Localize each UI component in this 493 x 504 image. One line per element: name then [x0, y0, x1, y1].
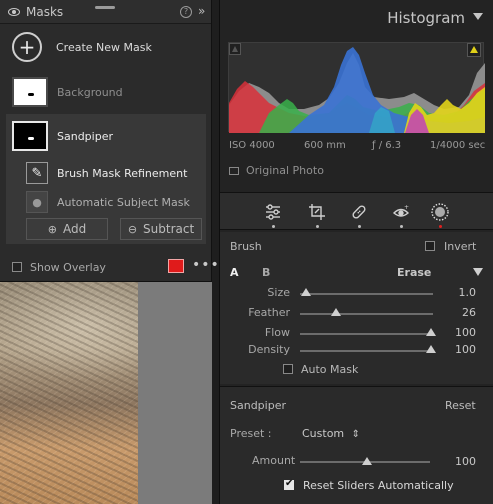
slider-thumb[interactable] — [426, 328, 436, 336]
amount-label: Amount — [252, 454, 296, 467]
slider-label: Size — [267, 286, 290, 299]
slider-value[interactable]: 26 — [440, 306, 476, 319]
edit-sliders-icon[interactable] — [262, 201, 284, 223]
iso-value: ISO 4000 — [229, 140, 275, 151]
reset-sliders-checkbox[interactable] — [284, 478, 294, 490]
show-overlay-checkbox[interactable] — [12, 262, 22, 272]
sandpiper-label: Sandpiper — [57, 129, 113, 143]
create-new-mask-label: Create New Mask — [56, 40, 152, 54]
red-eye-icon[interactable]: + — [390, 201, 412, 223]
drag-handle[interactable] — [95, 6, 115, 9]
svg-text:+: + — [404, 204, 409, 211]
subtract-label: Subtract — [143, 222, 195, 236]
plus-icon: + — [12, 32, 42, 62]
subtract-icon: ⊖ — [127, 222, 138, 236]
photo-canvas[interactable] — [0, 282, 212, 504]
subtract-button[interactable]: ⊖ Subtract — [120, 218, 202, 240]
shadow-clipping-icon[interactable] — [229, 43, 241, 55]
mask-item-background[interactable]: Background — [6, 74, 206, 110]
amount-slider-thumb[interactable] — [362, 457, 372, 465]
auto-mask-checkbox[interactable] — [283, 364, 293, 374]
original-photo-label: Original Photo — [246, 164, 324, 177]
histogram-collapse-icon[interactable] — [473, 13, 483, 20]
invert-checkbox[interactable] — [425, 241, 435, 251]
collapse-icon[interactable]: » — [198, 4, 205, 18]
slider-thumb[interactable] — [330, 308, 341, 316]
add-label: Add — [62, 222, 87, 236]
photo-gray-area — [138, 282, 212, 504]
slider-track[interactable] — [300, 313, 433, 315]
component-brush-refinement[interactable]: ✎ Brush Mask Refinement — [26, 160, 226, 186]
sandpiper-section-title: Sandpiper — [230, 399, 286, 412]
amount-value[interactable]: 100 — [440, 455, 476, 468]
shutter-speed-value: 1/4000 sec — [430, 140, 486, 151]
brush-dropdown-icon[interactable] — [473, 268, 483, 276]
background-mask-thumbnail — [12, 77, 48, 107]
histogram-graph[interactable] — [228, 42, 485, 133]
add-icon: ⊕ — [47, 222, 57, 236]
brush-refinement-label: Brush Mask Refinement — [57, 166, 188, 180]
reset-button[interactable]: Reset — [445, 399, 476, 412]
invert-label: Invert — [444, 240, 477, 253]
eye-icon[interactable] — [8, 7, 20, 16]
more-options-icon[interactable]: ••• — [192, 257, 220, 273]
sandpiper-adjust-section: Sandpiper Reset Preset : Custom ⇕ Amount… — [220, 386, 493, 504]
tool-indicator — [358, 225, 361, 228]
histogram-title[interactable]: Histogram — [387, 9, 465, 27]
person-icon: ● — [26, 191, 48, 213]
slider-thumb[interactable] — [300, 288, 311, 296]
masks-title: Masks — [26, 4, 64, 19]
mask-item-sandpiper[interactable]: Sandpiper — [6, 118, 206, 154]
auto-mask-label: Auto Mask — [301, 363, 359, 376]
reset-sliders-label: Reset Sliders Automatically — [303, 479, 454, 492]
create-new-mask-button[interactable]: + Create New Mask — [6, 30, 206, 64]
add-button[interactable]: ⊕ Add — [26, 218, 108, 240]
focal-length-value: 600 mm — [304, 140, 346, 151]
brush-label: Brush — [230, 240, 262, 253]
background-label: Background — [57, 85, 123, 99]
healing-icon[interactable] — [348, 201, 370, 223]
right-panel: Histogram ISO 4000 600 mm ƒ / 6.3 1/4000… — [219, 0, 493, 504]
preset-value: Custom — [302, 427, 345, 440]
slider-value[interactable]: 100 — [440, 343, 476, 356]
slider-value[interactable]: 100 — [440, 326, 476, 339]
brush-tab-a[interactable]: A — [230, 266, 239, 279]
preset-select[interactable]: Custom ⇕ — [302, 427, 360, 440]
help-icon[interactable]: ? — [180, 6, 192, 18]
slider-label: Feather — [248, 306, 290, 319]
slider-track[interactable] — [300, 350, 433, 352]
tool-indicator — [316, 225, 319, 228]
tool-indicator — [400, 225, 403, 228]
preset-arrows-icon: ⇕ — [351, 429, 361, 440]
original-photo-checkbox[interactable] — [229, 167, 239, 175]
brush-tab-erase[interactable]: Erase — [397, 266, 431, 279]
histogram-chart — [229, 47, 485, 133]
sandpiper-mask-thumbnail — [12, 121, 48, 151]
tool-indicator — [272, 225, 275, 228]
slider-track[interactable] — [300, 333, 433, 335]
overlay-color-swatch[interactable] — [168, 259, 184, 273]
brush-tab-b[interactable]: B — [262, 266, 270, 279]
highlight-clipping-icon[interactable] — [467, 43, 481, 57]
masking-icon[interactable] — [429, 201, 451, 223]
slider-label: Flow — [264, 326, 290, 339]
crop-icon[interactable] — [306, 201, 328, 223]
brush-section: Brush Invert A B Erase Size 1.0 Feather 26 F… — [220, 232, 493, 384]
aperture-value: ƒ / 6.3 — [372, 140, 402, 151]
tool-strip: + — [220, 192, 493, 230]
slider-value[interactable]: 1.0 — [440, 286, 477, 299]
show-overlay-label: Show Overlay — [30, 260, 106, 274]
brush-icon: ✎ — [26, 162, 48, 184]
auto-subject-label: Automatic Subject Mask — [57, 195, 190, 209]
slider-thumb[interactable] — [426, 345, 436, 353]
slider-label: Density — [248, 343, 290, 356]
preset-label: Preset : — [230, 427, 272, 440]
slider-track[interactable] — [300, 293, 433, 295]
masks-panel: Masks ? » + Create New Mask Background S… — [0, 0, 219, 282]
component-auto-subject[interactable]: ● Automatic Subject Mask — [26, 189, 226, 215]
active-tool-indicator — [439, 225, 442, 228]
